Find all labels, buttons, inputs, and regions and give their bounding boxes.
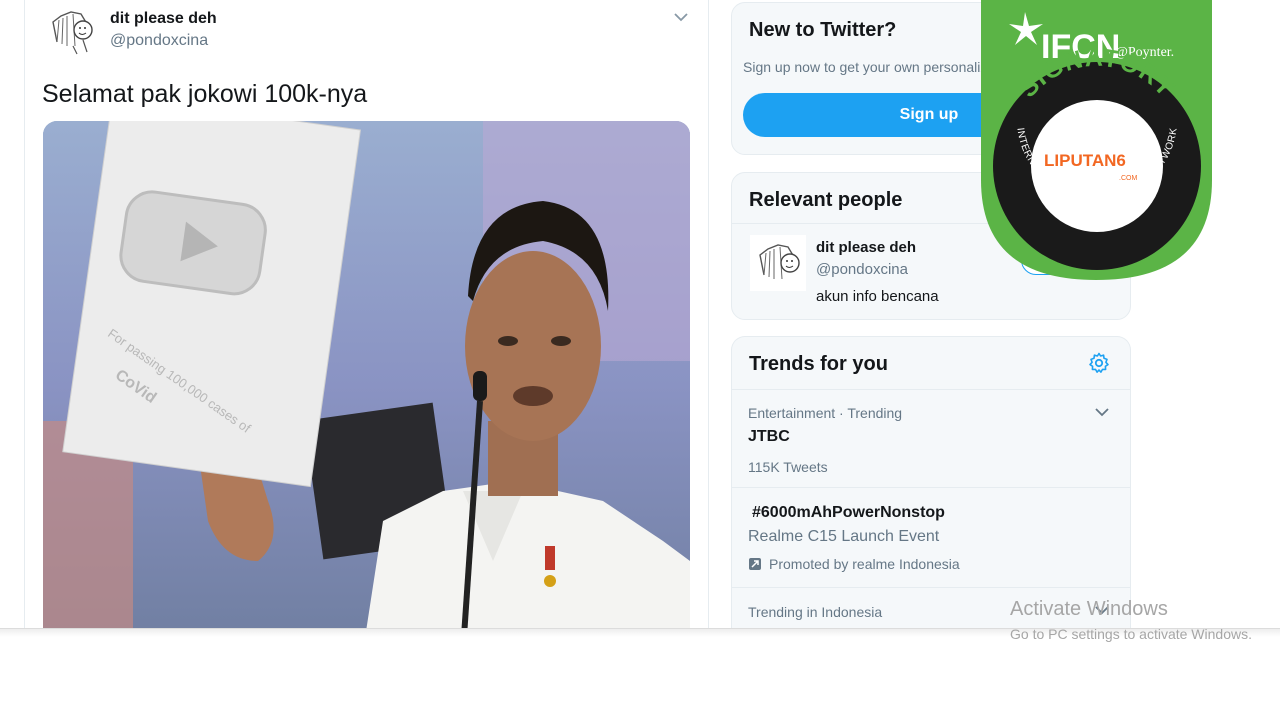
activate-windows-title: Activate Windows bbox=[1010, 598, 1168, 620]
trend-count: 115K Tweets bbox=[748, 459, 828, 475]
person-name[interactable]: dit please deh bbox=[816, 239, 916, 256]
person-bio: akun info bencana bbox=[816, 288, 939, 305]
person-handle[interactable]: @pondoxcina bbox=[816, 261, 908, 278]
relevant-people-title: Relevant people bbox=[749, 189, 903, 211]
trend-meta: Trending in Indonesia bbox=[748, 604, 883, 620]
promoted-label: Promoted by realme Indonesia bbox=[769, 556, 960, 572]
chevron-down-icon[interactable] bbox=[670, 6, 692, 28]
liputan6-sub: .COM bbox=[1119, 175, 1137, 182]
trends-title: Trends for you bbox=[749, 353, 888, 375]
tweet-image[interactable]: For passing 100,000 cases of CoVid bbox=[43, 121, 690, 630]
ifcn-signatory-badge: IFCN @Poynter. SIGNATORY INTERNATIONAL F… bbox=[981, 0, 1212, 280]
tweet-text: Selamat pak jokowi 100k-nya bbox=[42, 80, 368, 108]
signup-card-title: New to Twitter? bbox=[749, 19, 897, 41]
trend-item[interactable]: Entertainment · Trending JTBC 115K Tweet… bbox=[732, 389, 1130, 488]
author-avatar[interactable] bbox=[43, 2, 99, 58]
trend-meta: Entertainment · Trending bbox=[748, 405, 903, 421]
promoted-icon bbox=[749, 558, 761, 570]
trend-name: #6000mAhPowerNonstop bbox=[752, 504, 945, 521]
trend-name: JTBC bbox=[748, 428, 790, 445]
tweet-card: dit please deh @pondoxcina Selamat pak j… bbox=[24, 0, 709, 630]
gear-icon[interactable] bbox=[1087, 351, 1111, 375]
author-name[interactable]: dit please deh bbox=[110, 10, 217, 28]
chevron-down-icon[interactable] bbox=[1092, 402, 1112, 422]
author-handle[interactable]: @pondoxcina bbox=[110, 32, 208, 50]
trend-subtitle: Realme C15 Launch Event bbox=[748, 528, 940, 545]
activate-windows-subtitle: Go to PC settings to activate Windows. bbox=[1010, 626, 1252, 642]
trend-item-promoted[interactable]: #6000mAhPowerNonstop Realme C15 Launch E… bbox=[732, 487, 1130, 588]
person-avatar[interactable] bbox=[750, 235, 806, 291]
liputan6-logo: LIPUTAN6 bbox=[1044, 151, 1126, 170]
